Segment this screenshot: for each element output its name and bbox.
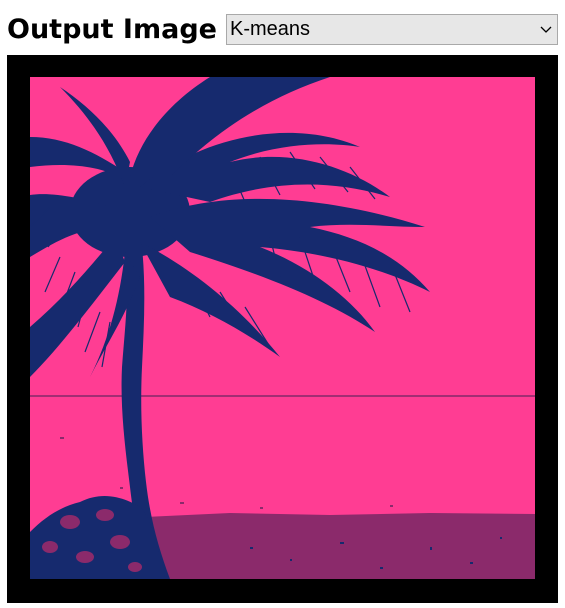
- method-select[interactable]: K-means: [226, 14, 558, 45]
- method-select-value: K-means: [230, 18, 311, 40]
- page-header: Output Image: [7, 12, 217, 48]
- output-image-frame: [7, 55, 558, 603]
- chevron-down-icon: [535, 15, 557, 44]
- palm-tree-image: [30, 77, 535, 579]
- page-title: Output Image: [7, 14, 217, 45]
- output-image: [30, 77, 535, 579]
